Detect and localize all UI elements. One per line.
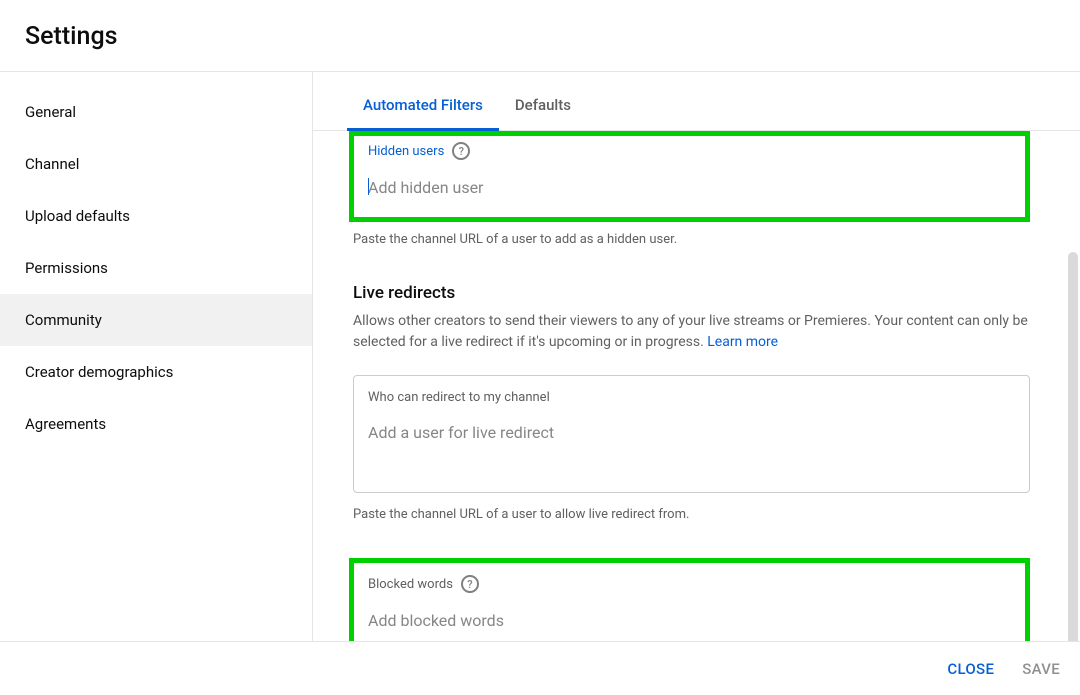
- live-redirects-description: Allows other creators to send their view…: [349, 311, 1029, 353]
- settings-sidebar: General Channel Upload defaults Permissi…: [0, 72, 313, 646]
- save-button[interactable]: SAVE: [1022, 660, 1060, 678]
- live-redirect-input[interactable]: [368, 423, 1015, 442]
- sidebar-item-general[interactable]: General: [0, 86, 312, 138]
- sidebar-item-permissions[interactable]: Permissions: [0, 242, 312, 294]
- hidden-users-helper: Paste the channel URL of a user to add a…: [349, 232, 1030, 247]
- hidden-users-input[interactable]: [368, 178, 1013, 197]
- live-redirects-title: Live redirects: [349, 283, 1030, 303]
- learn-more-link[interactable]: Learn more: [707, 334, 778, 350]
- blocked-words-section: Blocked words ?: [349, 558, 1030, 646]
- sidebar-item-creator-demographics[interactable]: Creator demographics: [0, 346, 312, 398]
- hidden-users-section: Hidden users ?: [349, 131, 1030, 222]
- sidebar-item-upload-defaults[interactable]: Upload defaults: [0, 190, 312, 242]
- blocked-words-label: Blocked words: [368, 577, 453, 592]
- blocked-words-input[interactable]: [368, 611, 1013, 630]
- footer: CLOSE SAVE: [0, 641, 1080, 695]
- tab-automated-filters[interactable]: Automated Filters: [347, 96, 499, 130]
- sidebar-item-community[interactable]: Community: [0, 294, 312, 346]
- close-button[interactable]: CLOSE: [947, 660, 994, 678]
- sidebar-item-agreements[interactable]: Agreements: [0, 398, 312, 450]
- live-redirect-label: Who can redirect to my channel: [368, 390, 550, 405]
- live-redirect-field: Who can redirect to my channel: [353, 375, 1030, 493]
- help-icon[interactable]: ?: [461, 575, 479, 593]
- scrollbar[interactable]: [1068, 252, 1078, 646]
- help-icon[interactable]: ?: [452, 142, 470, 160]
- live-redirect-helper: Paste the channel URL of a user to allow…: [349, 507, 1030, 522]
- tab-defaults[interactable]: Defaults: [499, 96, 587, 130]
- hidden-users-label: Hidden users: [368, 144, 444, 159]
- tabs-bar: Automated Filters Defaults: [313, 72, 1080, 131]
- sidebar-item-channel[interactable]: Channel: [0, 138, 312, 190]
- page-title: Settings: [25, 22, 1080, 51]
